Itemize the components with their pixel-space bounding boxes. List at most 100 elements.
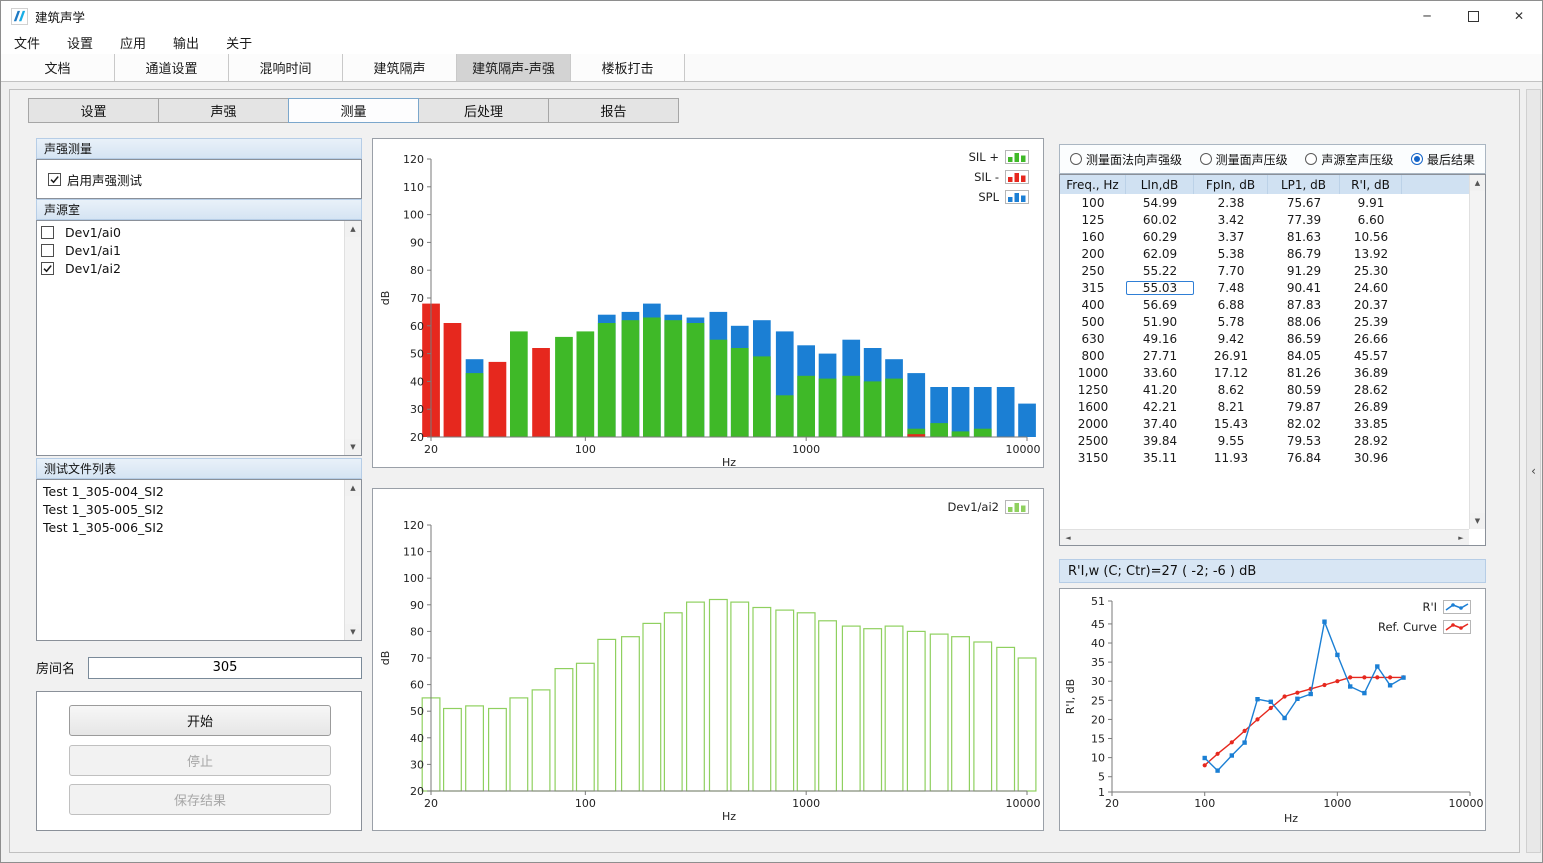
channel-checkbox[interactable] — [41, 226, 54, 239]
table-cell[interactable]: 84.05 — [1268, 349, 1340, 363]
table-cell[interactable]: 81.63 — [1268, 230, 1340, 244]
table-cell[interactable]: 15.43 — [1194, 417, 1268, 431]
table-cell[interactable]: 55.22 — [1126, 264, 1194, 278]
table-cell[interactable]: 9.91 — [1340, 196, 1402, 210]
table-cell[interactable]: 13.92 — [1340, 247, 1402, 261]
table-cell[interactable]: 26.91 — [1194, 349, 1268, 363]
table-row[interactable]: 25055.227.7091.2925.30 — [1060, 262, 1469, 279]
column-header[interactable]: Freq., Hz — [1060, 175, 1126, 194]
table-cell[interactable]: 79.53 — [1268, 434, 1340, 448]
menu-item-3[interactable]: 输出 — [173, 33, 199, 52]
table-cell[interactable]: 79.87 — [1268, 400, 1340, 414]
table-row[interactable]: 315035.1111.9376.8430.96 — [1060, 449, 1469, 466]
maximize-button[interactable] — [1450, 1, 1496, 31]
scroll-down-icon[interactable]: ▼ — [1470, 513, 1485, 529]
table-row[interactable]: 31555.037.4890.4124.60 — [1060, 279, 1469, 296]
table-cell[interactable]: 35.11 — [1126, 451, 1194, 465]
table-vertical-scrollbar[interactable]: ▲ ▼ — [1469, 175, 1485, 529]
result-view-radio-1[interactable]: 测量面声压级 — [1200, 151, 1288, 168]
table-row[interactable]: 16060.293.3781.6310.56 — [1060, 228, 1469, 245]
collapse-panel-handle[interactable]: ‹ — [1526, 89, 1541, 853]
column-header[interactable]: FpIn, dB — [1194, 175, 1268, 194]
column-header[interactable]: LP1, dB — [1268, 175, 1340, 194]
table-cell[interactable]: 39.84 — [1126, 434, 1194, 448]
tab-0[interactable]: 文档 — [1, 54, 115, 81]
table-row[interactable]: 50051.905.7888.0625.39 — [1060, 313, 1469, 330]
table-cell[interactable]: 125 — [1060, 213, 1126, 227]
start-button[interactable]: 开始 — [69, 705, 331, 736]
table-cell[interactable]: 2000 — [1060, 417, 1126, 431]
table-cell[interactable]: 1250 — [1060, 383, 1126, 397]
result-view-radio-0[interactable]: 测量面法向声强级 — [1070, 151, 1182, 168]
table-horizontal-scrollbar[interactable]: ◄ ► — [1060, 529, 1469, 545]
table-row[interactable]: 160042.218.2179.8726.89 — [1060, 398, 1469, 415]
table-cell[interactable]: 17.12 — [1194, 366, 1268, 380]
scroll-down-icon[interactable]: ▼ — [345, 624, 361, 640]
table-cell[interactable]: 1000 — [1060, 366, 1126, 380]
menu-item-4[interactable]: 关于 — [226, 33, 252, 52]
table-cell[interactable]: 100 — [1060, 196, 1126, 210]
table-cell[interactable]: 28.92 — [1340, 434, 1402, 448]
table-cell[interactable]: 20.37 — [1340, 298, 1402, 312]
table-row[interactable]: 40056.696.8887.8320.37 — [1060, 296, 1469, 313]
scroll-up-icon[interactable]: ▲ — [345, 221, 361, 237]
table-cell[interactable]: 8.62 — [1194, 383, 1268, 397]
table-cell[interactable]: 49.16 — [1126, 332, 1194, 346]
table-cell[interactable]: 45.57 — [1340, 349, 1402, 363]
table-cell[interactable]: 500 — [1060, 315, 1126, 329]
table-cell[interactable]: 60.02 — [1126, 213, 1194, 227]
channel-item[interactable]: Dev1/ai2 — [40, 259, 344, 277]
stop-button[interactable]: 停止 — [69, 745, 331, 776]
table-cell[interactable]: 400 — [1060, 298, 1126, 312]
subtab-3[interactable]: 后处理 — [418, 98, 549, 123]
table-cell[interactable]: 250 — [1060, 264, 1126, 278]
file-item[interactable]: Test 1_305-004_SI2 — [40, 482, 344, 500]
table-row[interactable]: 250039.849.5579.5328.92 — [1060, 432, 1469, 449]
table-cell[interactable]: 88.06 — [1268, 315, 1340, 329]
table-cell[interactable]: 630 — [1060, 332, 1126, 346]
scroll-right-icon[interactable]: ► — [1453, 530, 1469, 545]
table-cell[interactable]: 28.62 — [1340, 383, 1402, 397]
table-cell[interactable]: 3150 — [1060, 451, 1126, 465]
channel-item[interactable]: Dev1/ai0 — [40, 223, 344, 241]
files-list-scrollbar[interactable]: ▲ ▼ — [344, 480, 361, 640]
scroll-down-icon[interactable]: ▼ — [345, 439, 361, 455]
table-cell[interactable]: 60.29 — [1126, 230, 1194, 244]
table-row[interactable]: 80027.7126.9184.0545.57 — [1060, 347, 1469, 364]
table-cell[interactable]: 26.66 — [1340, 332, 1402, 346]
tab-5[interactable]: 楼板打击 — [571, 54, 685, 81]
table-row[interactable]: 125041.208.6280.5928.62 — [1060, 381, 1469, 398]
table-cell[interactable]: 76.84 — [1268, 451, 1340, 465]
table-cell[interactable]: 9.55 — [1194, 434, 1268, 448]
room-name-input[interactable] — [88, 657, 362, 679]
table-cell[interactable]: 25.30 — [1340, 264, 1402, 278]
table-cell[interactable]: 62.09 — [1126, 247, 1194, 261]
file-item[interactable]: Test 1_305-006_SI2 — [40, 518, 344, 536]
channel-item[interactable]: Dev1/ai1 — [40, 241, 344, 259]
column-header[interactable]: LIn,dB — [1126, 175, 1194, 194]
table-cell[interactable]: 30.96 — [1340, 451, 1402, 465]
table-cell[interactable]: 3.42 — [1194, 213, 1268, 227]
channel-checkbox[interactable] — [41, 244, 54, 257]
table-cell[interactable]: 80.59 — [1268, 383, 1340, 397]
scroll-up-icon[interactable]: ▲ — [345, 480, 361, 496]
table-cell[interactable]: 2.38 — [1194, 196, 1268, 210]
table-cell[interactable]: 7.70 — [1194, 264, 1268, 278]
table-cell[interactable]: 3.37 — [1194, 230, 1268, 244]
table-cell[interactable]: 6.60 — [1340, 213, 1402, 227]
table-row[interactable]: 20062.095.3886.7913.92 — [1060, 245, 1469, 262]
table-cell[interactable]: 36.89 — [1340, 366, 1402, 380]
tab-3[interactable]: 建筑隔声 — [343, 54, 457, 81]
subtab-0[interactable]: 设置 — [28, 98, 159, 123]
table-cell[interactable]: 75.67 — [1268, 196, 1340, 210]
table-cell[interactable]: 33.60 — [1126, 366, 1194, 380]
column-header[interactable]: R'I, dB — [1340, 175, 1402, 194]
tab-1[interactable]: 通道设置 — [115, 54, 229, 81]
table-cell[interactable]: 1600 — [1060, 400, 1126, 414]
table-cell[interactable]: 55.03 — [1126, 281, 1194, 295]
table-cell[interactable]: 10.56 — [1340, 230, 1402, 244]
table-cell[interactable]: 25.39 — [1340, 315, 1402, 329]
tab-4[interactable]: 建筑隔声-声强 — [457, 54, 571, 81]
table-cell[interactable]: 11.93 — [1194, 451, 1268, 465]
table-cell[interactable]: 41.20 — [1126, 383, 1194, 397]
